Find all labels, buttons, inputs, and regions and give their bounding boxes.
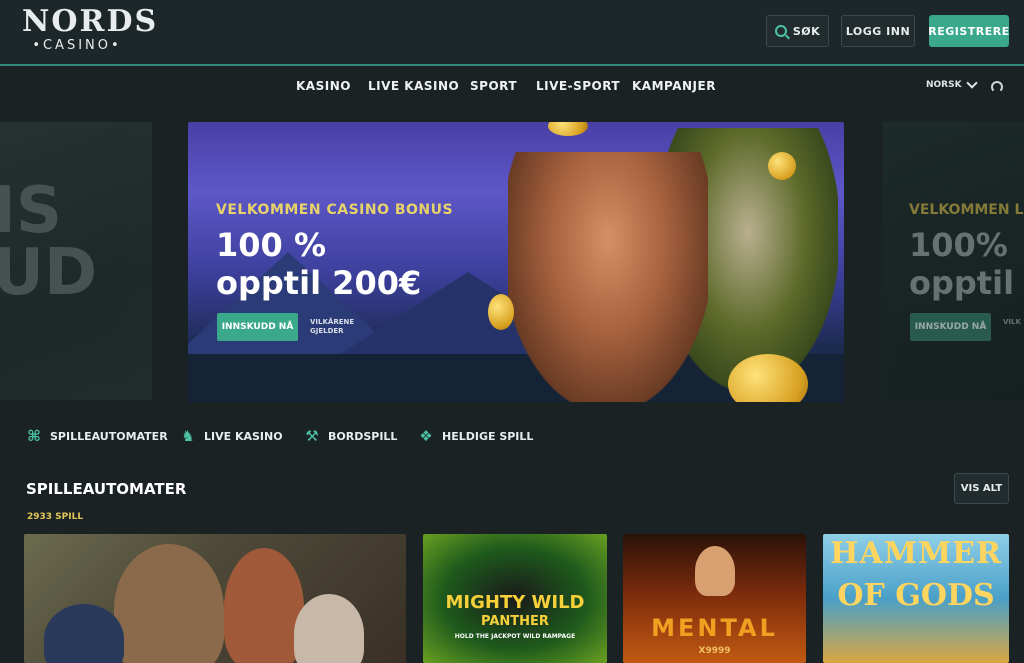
section-count: 2933 SPILL <box>27 512 84 522</box>
nav-item-live-kasino[interactable]: LIVE KASINO <box>368 79 459 93</box>
banner-main[interactable]: VELKOMMEN CASINO BONUS 100 % opptil 200€… <box>188 122 844 402</box>
game-tile-vikings[interactable] <box>24 534 406 663</box>
search-icon <box>774 25 787 37</box>
banner-next-terms: VILK <box>1003 318 1021 326</box>
banner-next-title-line1: 100% <box>909 226 1008 264</box>
banner-title-line2: opptil 200€ <box>216 264 422 302</box>
game-title: MIGHTY WILD <box>445 592 585 613</box>
banner-next-pretitle: VELKOMMEN LIV <box>909 202 1024 218</box>
main-nav: KASINO LIVE KASINO SPORT LIVE-SPORT KAMP… <box>0 68 1024 108</box>
coin-image <box>548 122 588 136</box>
coin-image <box>488 294 514 330</box>
viking-figure <box>114 544 224 663</box>
terms-link[interactable]: VILKÅRENE GJELDER <box>310 318 370 336</box>
banner-next-title: 100% opptil 2 <box>909 226 1024 302</box>
game-subtitle: X9999 <box>698 646 731 656</box>
category-label: SPILLEAUTOMATER <box>50 429 168 443</box>
search-label: SØK <box>792 24 821 38</box>
banner-title-line1: 100 % <box>216 226 326 264</box>
category-label: LIVE KASINO <box>204 429 283 443</box>
viking-warrior-figure <box>508 152 708 402</box>
register-button[interactable]: REGISTRERE <box>928 15 1010 47</box>
login-label: LOGG INN <box>845 24 911 38</box>
coin-image <box>768 152 796 180</box>
deposit-now-button[interactable]: INNSKUDD NÅ <box>217 313 298 341</box>
game-subtitle: HOLD THE JACKPOT WILD RAMPAGE <box>454 633 576 640</box>
slots-icon: ⌘ <box>27 427 41 445</box>
site-header: NORDS •CASINO• SØK LOGG INN REGISTRERE <box>0 0 1024 66</box>
viking-figure <box>294 594 364 663</box>
banner-previous-text: IS UD <box>0 174 98 310</box>
banner-next-cta[interactable]: INNSKUDD NÅ <box>910 313 991 341</box>
banner-previous[interactable]: IS UD <box>0 122 152 400</box>
game-tile-mighty-wild-panther[interactable]: MIGHTY WILD PANTHER HOLD THE JACKPOT WIL… <box>423 534 607 663</box>
category-lucky-games[interactable]: ❖ HELDIGE SPILL <box>418 428 533 444</box>
language-selector[interactable]: NORSK <box>926 77 978 90</box>
game-title: HAMMER <box>830 536 1002 571</box>
logo[interactable]: NORDS •CASINO• <box>22 4 159 58</box>
logo-sub-text: •CASINO• <box>32 38 122 53</box>
axe-icon: ⚒ <box>305 427 319 445</box>
nav-item-kampanjer[interactable]: KAMPANJER <box>632 79 716 93</box>
horse-head-icon: ♞ <box>181 427 195 445</box>
character-figure <box>695 546 735 596</box>
category-table-games[interactable]: ⚒ BORDSPILL <box>304 428 397 444</box>
banner-title: 100 % opptil 200€ <box>216 226 421 302</box>
viking-figure <box>224 548 304 663</box>
logo-main-text: NORDS <box>22 4 159 39</box>
login-button[interactable]: LOGG INN <box>841 15 915 47</box>
banner-next[interactable]: VELKOMMEN LIV 100% opptil 2 INNSKUDD NÅ … <box>883 122 1024 400</box>
game-title: PANTHER <box>481 614 549 629</box>
language-label: NORSK <box>926 80 962 90</box>
game-title: OF GODS <box>837 578 995 613</box>
category-slots[interactable]: ⌘ SPILLEAUTOMATER <box>26 428 168 444</box>
game-tile-mental[interactable]: MENTAL X9999 <box>623 534 806 663</box>
category-live-casino[interactable]: ♞ LIVE KASINO <box>180 427 283 445</box>
section-title: SPILLEAUTOMATER <box>26 480 187 498</box>
game-title: MENTAL <box>651 614 778 642</box>
search-button[interactable]: SØK <box>766 15 829 47</box>
viking-figure <box>44 604 124 663</box>
nav-item-kasino[interactable]: KASINO <box>296 79 351 93</box>
banner-next-title-line2: opptil 2 <box>909 264 1024 302</box>
category-label: HELDIGE SPILL <box>442 429 534 443</box>
view-all-button[interactable]: VIS ALT <box>954 473 1009 504</box>
lucky-knot-icon: ❖ <box>419 427 433 445</box>
chevron-down-icon <box>965 77 978 89</box>
register-label: REGISTRERE <box>928 24 1010 38</box>
banner-pretitle: VELKOMMEN CASINO BONUS <box>216 202 454 218</box>
nav-item-live-sport[interactable]: LIVE-SPORT <box>536 79 620 93</box>
nav-item-sport[interactable]: SPORT <box>470 79 517 93</box>
game-tile-hammer-of-gods[interactable]: HAMMER OF GODS <box>823 534 1009 663</box>
headset-icon[interactable] <box>991 81 1003 93</box>
category-label: BORDSPILL <box>328 429 398 443</box>
